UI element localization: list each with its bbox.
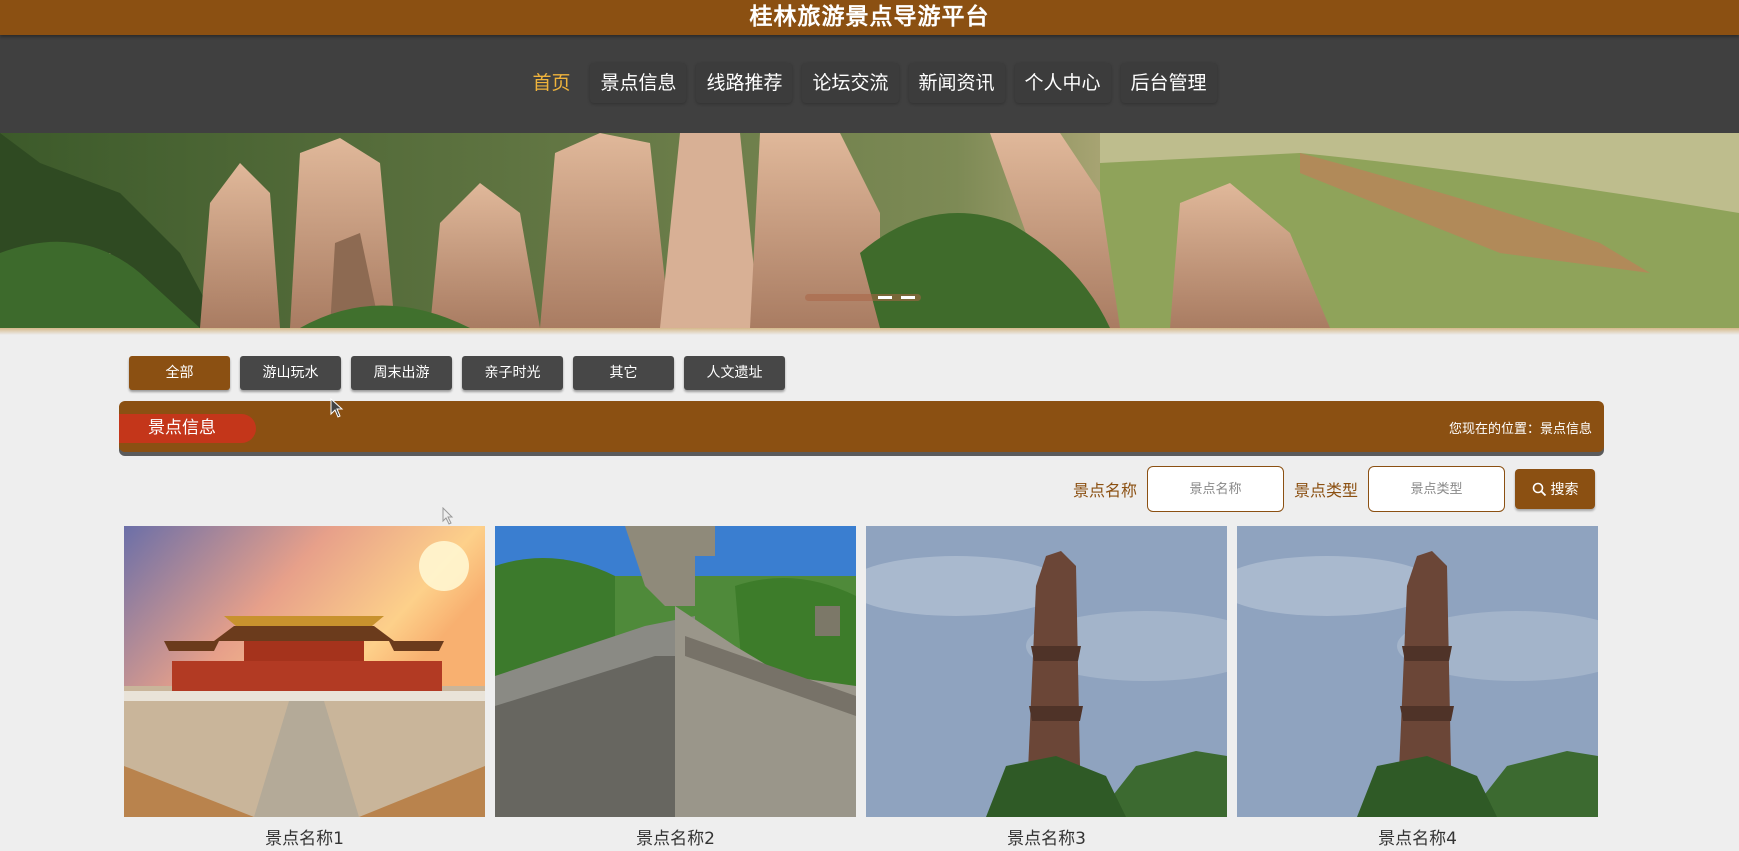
search-button[interactable]: 搜索: [1515, 469, 1595, 509]
attraction-image[interactable]: [866, 526, 1227, 817]
filter-other-button[interactable]: 其它: [573, 356, 674, 390]
filter-family-button[interactable]: 亲子时光: [462, 356, 563, 390]
search-icon: [1532, 482, 1546, 496]
filter-mountains-button[interactable]: 游山玩水: [240, 356, 341, 390]
nav-item-routes[interactable]: 线路推荐: [696, 63, 793, 103]
category-filters: 全部 游山玩水 周末出游 亲子时光 其它 人文遗址: [129, 356, 785, 390]
carousel-dot[interactable]: [901, 296, 915, 299]
search-bar: 景点名称 景点类型 搜索: [1073, 466, 1595, 512]
attraction-card[interactable]: 景点名称1: [124, 526, 485, 849]
attraction-image[interactable]: [1237, 526, 1598, 817]
nav-item-attractions[interactable]: 景点信息: [590, 63, 687, 103]
breadcrumb: 您现在的位置：景点信息: [1448, 422, 1592, 437]
banner-divider: [0, 328, 1739, 335]
nav-item-home[interactable]: 首页: [522, 63, 580, 103]
site-title: 桂林旅游景点导游平台: [749, 4, 990, 30]
banner-carousel[interactable]: [0, 133, 1739, 328]
attraction-card[interactable]: 景点名称2: [495, 526, 856, 849]
nav-item-news[interactable]: 新闻资讯: [908, 63, 1005, 103]
filter-heritage-button[interactable]: 人文遗址: [684, 356, 785, 390]
attraction-image[interactable]: [495, 526, 856, 817]
attraction-name[interactable]: 景点名称3: [866, 824, 1227, 849]
filter-all-button[interactable]: 全部: [129, 356, 230, 390]
carousel-dot[interactable]: [811, 296, 869, 299]
nav-item-profile[interactable]: 个人中心: [1014, 63, 1111, 103]
attraction-name[interactable]: 景点名称4: [1237, 824, 1598, 849]
mouse-cursor-ghost-icon: [442, 507, 454, 525]
filter-weekend-button[interactable]: 周末出游: [351, 356, 452, 390]
nav-item-forum[interactable]: 论坛交流: [802, 63, 899, 103]
search-button-label: 搜索: [1550, 482, 1579, 498]
mouse-cursor-icon: [330, 398, 344, 418]
name-search-input[interactable]: [1146, 466, 1284, 512]
name-search-label: 景点名称: [1072, 481, 1137, 500]
attraction-card[interactable]: 景点名称3: [866, 526, 1227, 849]
attraction-card[interactable]: 景点名称4: [1237, 526, 1598, 849]
site-header: 桂林旅游景点导游平台: [0, 0, 1739, 35]
nav-item-admin[interactable]: 后台管理: [1120, 63, 1217, 103]
carousel-indicators: [805, 294, 921, 301]
attraction-grid: 景点名称1 景点名称2 景点名称3 景点名称4: [124, 526, 1598, 849]
attraction-image[interactable]: [124, 526, 485, 817]
attraction-name[interactable]: 景点名称2: [495, 824, 856, 849]
section-title: 景点信息: [119, 414, 256, 443]
carousel-dot-active[interactable]: [878, 296, 892, 299]
type-search-label: 景点类型: [1293, 481, 1358, 500]
attraction-name[interactable]: 景点名称1: [124, 824, 485, 849]
main-nav: 首页 景点信息 线路推荐 论坛交流 新闻资讯 个人中心 后台管理: [0, 35, 1739, 133]
type-search-input[interactable]: [1368, 466, 1505, 512]
